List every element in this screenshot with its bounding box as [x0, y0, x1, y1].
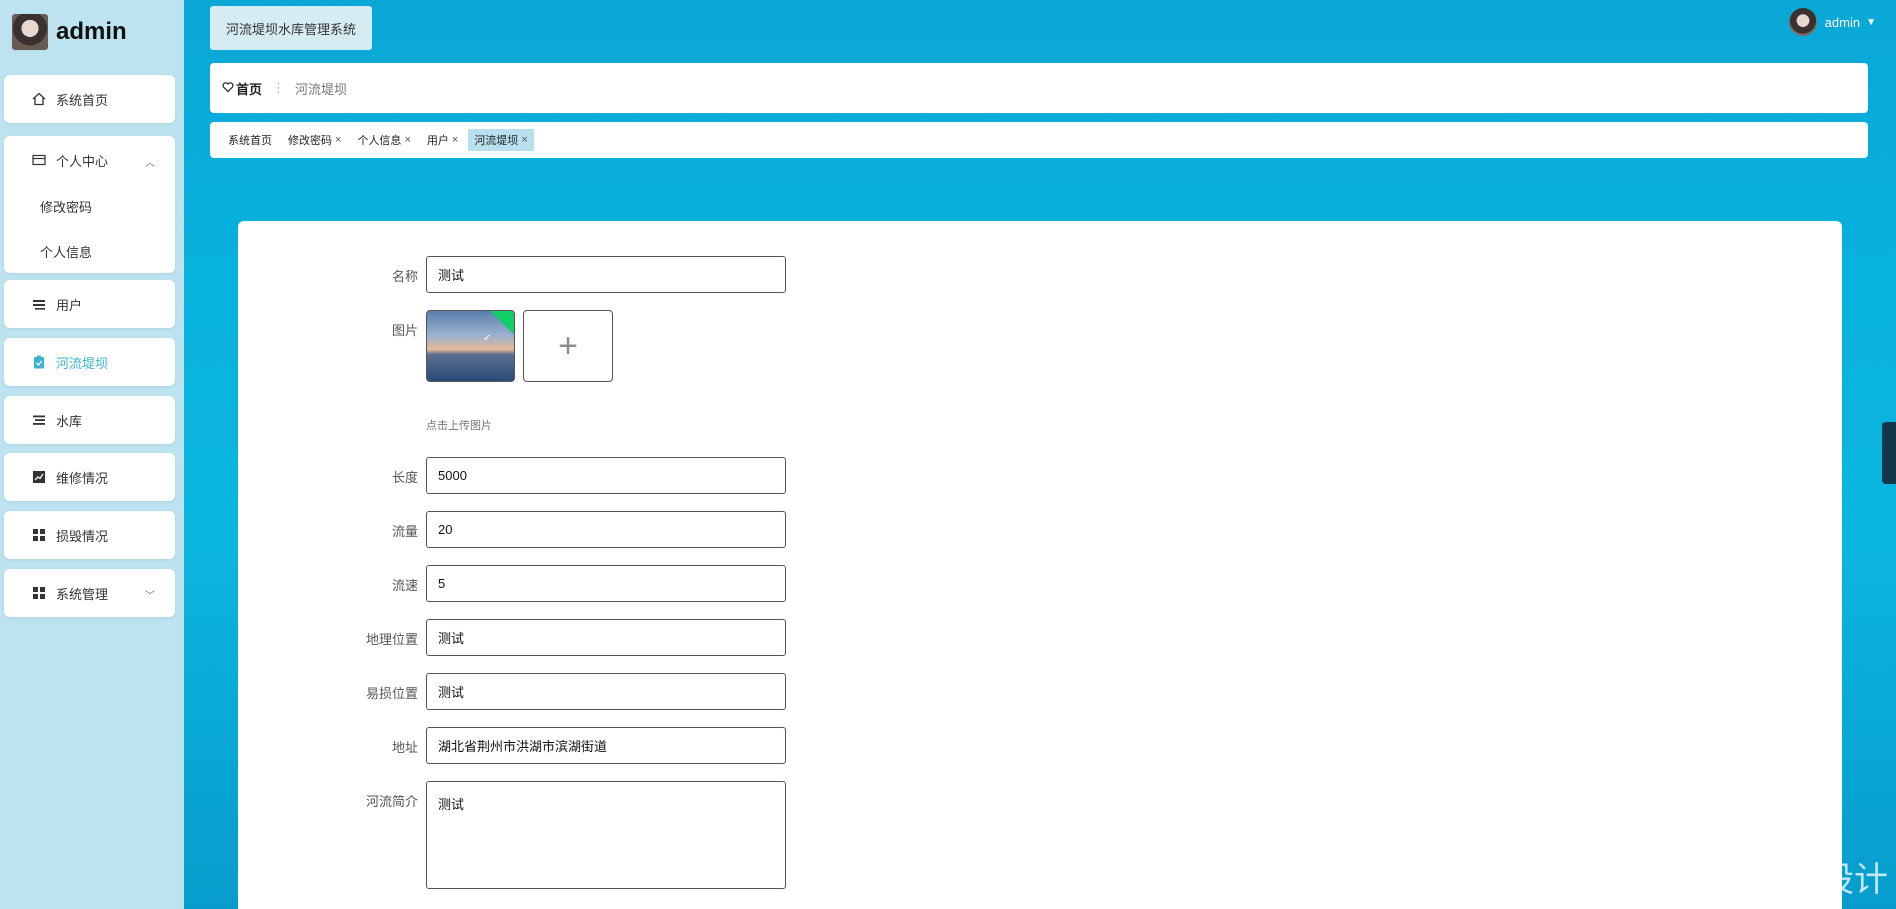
tags-bar: 系统首页 修改密码 × 个人信息 × 用户 × 河流堤坝 × — [210, 122, 1868, 158]
sidebar-item-label: 系统管理 — [56, 586, 109, 602]
name-input[interactable]: 测试 — [426, 256, 786, 293]
sidebar-item-system[interactable]: 系统管理 ﹀ — [4, 569, 175, 617]
geo-input[interactable]: 测试 — [426, 619, 786, 656]
weak-input[interactable]: 测试 — [426, 673, 786, 710]
tab-home[interactable]: 系统首页 — [222, 129, 278, 151]
sidebar-item-users[interactable]: 用户 — [4, 280, 175, 328]
sidebar-item-river-dam[interactable]: 河流堤坝 — [4, 338, 175, 386]
sidebar-item-label: 维修情况 — [56, 470, 109, 486]
chevron-down-icon: ﹀ — [145, 591, 155, 602]
close-icon[interactable]: × — [335, 134, 341, 146]
form-card: 名称 测试 图片 ✓ + 点击上传图片 长度 5000 流量 20 流速 5 地… — [238, 221, 1842, 909]
watermark: CSDN @成承程序设计 — [1543, 861, 1888, 899]
side-panel-toggle[interactable] — [1882, 422, 1896, 484]
name-label: 名称 — [391, 269, 418, 284]
sidebar-item-home[interactable]: 系统首页 — [4, 75, 175, 123]
user-name: admin — [1824, 14, 1861, 30]
address-input[interactable]: 湖北省荆州市洪湖市滨湖街道 — [426, 727, 786, 764]
sidebar: admin 系统首页 个人中心 ︿ 修改密码 个人信息 用户 河流堤坝 水库 维… — [0, 0, 184, 909]
clipboard-icon — [32, 355, 46, 369]
image-label: 图片 — [391, 323, 418, 338]
breadcrumb-current: 河流堤坝 — [295, 81, 348, 97]
sidebar-item-change-password[interactable]: 修改密码 — [4, 184, 175, 229]
wallet-icon — [32, 153, 46, 167]
list-icon — [32, 413, 46, 427]
tab-label: 个人信息 — [357, 135, 402, 147]
brand-username: admin — [56, 18, 127, 45]
intro-label: 河流简介 — [365, 794, 418, 809]
system-title[interactable]: 河流堤坝水库管理系统 — [210, 6, 372, 50]
grid-icon — [32, 586, 46, 600]
brand: admin — [12, 12, 127, 52]
sidebar-item-label: 用户 — [56, 297, 83, 313]
flow-label: 流量 — [391, 524, 418, 539]
sidebar-item-label: 系统首页 — [56, 92, 109, 108]
length-input[interactable]: 5000 — [426, 457, 786, 494]
upload-hint: 点击上传图片 — [426, 420, 492, 432]
sidebar-item-profile[interactable]: 个人信息 — [4, 229, 175, 274]
avatar — [1788, 8, 1817, 36]
close-icon[interactable]: × — [521, 134, 527, 146]
tab-river-dam[interactable]: 河流堤坝 × — [468, 129, 534, 151]
tab-change-password[interactable]: 修改密码 × — [282, 129, 347, 151]
list-icon — [32, 297, 46, 311]
geo-label: 地理位置 — [365, 632, 418, 647]
chevron-up-icon: ︿ — [145, 158, 155, 169]
close-icon[interactable]: × — [452, 134, 458, 146]
sidebar-item-damage[interactable]: 损毁情况 — [4, 511, 175, 559]
close-icon[interactable]: × — [404, 134, 410, 146]
tab-profile[interactable]: 个人信息 × — [351, 129, 416, 151]
sidebar-item-reservoir[interactable]: 水库 — [4, 396, 175, 444]
tab-label: 河流堤坝 — [474, 135, 519, 147]
user-menu[interactable]: admin ▼ — [1788, 8, 1876, 36]
plus-icon: + — [558, 326, 578, 365]
intro-textarea[interactable]: 测试 — [426, 781, 786, 889]
breadcrumb-home-label: 首页 — [236, 81, 263, 97]
grid-icon — [32, 528, 46, 542]
speed-label: 流速 — [391, 578, 418, 593]
breadcrumb-home[interactable]: 首页 — [222, 79, 262, 98]
length-label: 长度 — [391, 470, 418, 485]
uploaded-image[interactable]: ✓ — [426, 310, 515, 382]
tab-label: 系统首页 — [228, 135, 272, 147]
speed-input[interactable]: 5 — [426, 565, 786, 602]
avatar[interactable] — [12, 14, 48, 50]
sidebar-group-personal: 个人中心 ︿ 修改密码 个人信息 — [4, 136, 175, 273]
address-label: 地址 — [391, 740, 418, 755]
check-icon: ✓ — [483, 333, 492, 344]
sidebar-item-label: 个人中心 — [56, 153, 109, 169]
sidebar-item-label: 损毁情况 — [56, 528, 109, 544]
flow-input[interactable]: 20 — [426, 511, 786, 548]
tab-users[interactable]: 用户 × — [421, 129, 464, 151]
sidebar-item-label: 水库 — [56, 413, 83, 429]
breadcrumb-separator: ⋮ — [272, 80, 286, 95]
tab-label: 修改密码 — [288, 135, 332, 147]
weak-label: 易损位置 — [365, 686, 418, 701]
tab-label: 用户 — [426, 135, 449, 147]
image-upload-button[interactable]: + — [523, 310, 613, 382]
sidebar-item-maintenance[interactable]: 维修情况 — [4, 453, 175, 501]
home-icon — [32, 92, 46, 106]
sidebar-item-label: 河流堤坝 — [56, 355, 109, 371]
sidebar-item-personal[interactable]: 个人中心 ︿ — [4, 136, 175, 184]
chart-icon — [32, 470, 46, 484]
breadcrumb: 首页 ⋮ 河流堤坝 — [210, 63, 1868, 113]
heart-icon — [222, 81, 234, 96]
success-badge — [487, 311, 514, 334]
caret-down-icon: ▼ — [1866, 16, 1876, 28]
